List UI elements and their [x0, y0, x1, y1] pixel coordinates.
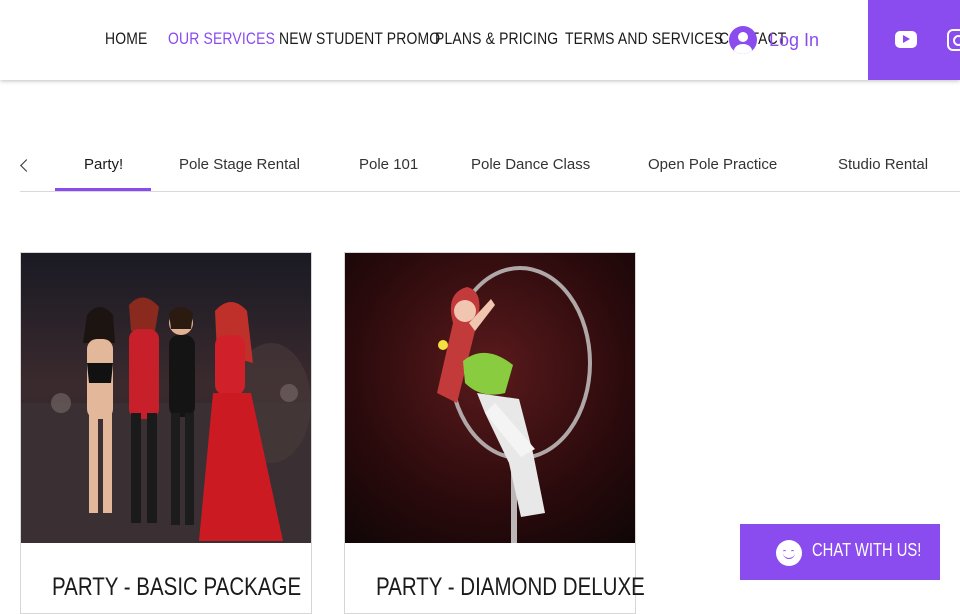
- nav-plans-pricing[interactable]: PLANS & PRICING: [435, 29, 558, 49]
- tabs-divider: [20, 191, 960, 192]
- tab-open-pole-practice[interactable]: Open Pole Practice: [648, 156, 777, 173]
- group-photo-graphic: [21, 253, 311, 543]
- group-photo-image[interactable]: [21, 253, 311, 543]
- card-title[interactable]: PARTY - DIAMOND DELUXE: [376, 573, 645, 602]
- service-card-diamond-deluxe[interactable]: PARTY - DIAMOND DELUXE: [344, 252, 645, 614]
- chat-label[interactable]: CHAT WITH US!: [812, 540, 921, 561]
- tab-pole-101[interactable]: Pole 101: [359, 156, 418, 173]
- nav-our-services[interactable]: OUR SERVICES: [168, 29, 275, 49]
- aerial-hoop-graphic: [345, 253, 635, 543]
- smiley-eye: [791, 550, 794, 553]
- card-title[interactable]: PARTY - BASIC PACKAGE: [52, 573, 301, 602]
- nav-home[interactable]: HOME: [105, 29, 147, 49]
- active-tab-indicator: [55, 188, 151, 191]
- login-label: Log In: [769, 29, 820, 50]
- aerial-hoop-image[interactable]: [345, 253, 635, 543]
- smiley-chat-icon: [776, 540, 802, 566]
- instagram-icon[interactable]: [947, 29, 960, 51]
- nav-new-student-promo[interactable]: NEW STUDENT PROMO: [279, 29, 440, 49]
- tab-pole-dance-class[interactable]: Pole Dance Class: [471, 156, 590, 173]
- login-button[interactable]: Log In: [729, 26, 819, 54]
- tab-pole-stage-rental[interactable]: Pole Stage Rental: [179, 156, 300, 173]
- tab-studio-rental[interactable]: Studio Rental: [838, 156, 928, 173]
- service-card-basic-package[interactable]: PARTY - BASIC PACKAGE: [20, 252, 312, 614]
- tab-party[interactable]: Party!: [84, 156, 123, 173]
- chevron-left-icon[interactable]: [18, 158, 32, 174]
- site-header: HOME OUR SERVICES NEW STUDENT PROMO PLAN…: [0, 0, 960, 80]
- youtube-icon[interactable]: [895, 31, 917, 48]
- user-avatar-icon: [729, 26, 757, 54]
- nav-terms-and-services[interactable]: TERMS AND SERVICES: [565, 29, 723, 49]
